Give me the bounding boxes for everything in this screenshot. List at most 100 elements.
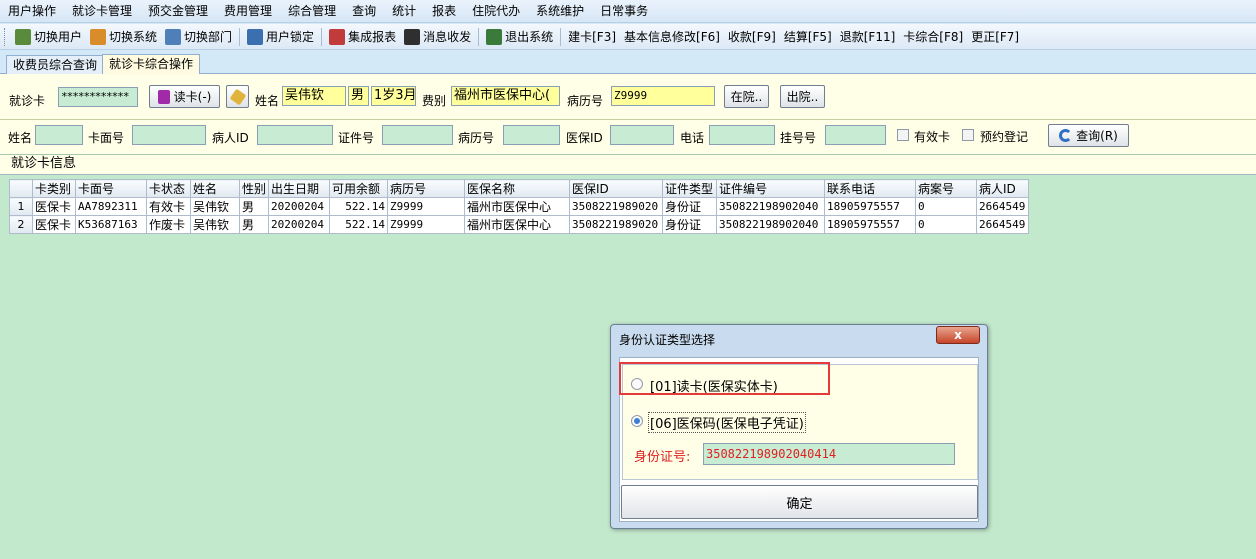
brush-button[interactable] — [226, 85, 249, 108]
toolbar-button-9[interactable]: 收款[F9] — [724, 26, 780, 48]
toolbar-grip[interactable] — [4, 27, 7, 46]
menu-item-6[interactable]: 统计 — [384, 0, 424, 23]
search-patient-id-label: 病人ID — [212, 131, 249, 145]
toolbar-button-8[interactable]: 基本信息修改[F6] — [620, 26, 724, 48]
table-cell: 2664549 — [976, 197, 1029, 216]
table-cell: 男 — [239, 215, 269, 234]
column-header[interactable]: 卡面号 — [75, 179, 147, 198]
search-card-no-label: 卡面号 — [88, 131, 125, 145]
toolbar-button-label: 消息收发 — [423, 30, 472, 44]
exit-icon — [486, 28, 503, 45]
search-reg-no-input[interactable] — [825, 125, 886, 145]
read-card-label: 读卡(-) — [173, 90, 212, 104]
id-number-field[interactable]: 350822198902040414 — [703, 443, 955, 465]
card-label: 就诊卡 — [9, 94, 46, 108]
column-header[interactable]: 卡类别 — [32, 179, 76, 198]
toolbar-button-12[interactable]: 卡综合[F8] — [899, 26, 967, 48]
column-header[interactable]: 病案号 — [915, 179, 977, 198]
table-cell: 522.14 — [329, 215, 388, 234]
toolbar-button-3[interactable]: 用户锁定 — [243, 26, 318, 48]
confirm-button[interactable]: 确定 — [621, 485, 978, 519]
option-qr-code-radio[interactable] — [631, 415, 643, 427]
search-card-no-input[interactable] — [132, 125, 206, 145]
menu-item-5[interactable]: 查询 — [344, 0, 384, 23]
fee-type-field[interactable]: 福州市医保中心( — [451, 86, 560, 106]
menu-item-2[interactable]: 预交金管理 — [140, 0, 216, 23]
search-record-label: 病历号 — [458, 131, 495, 145]
table-cell: Z9999 — [387, 197, 465, 216]
table-cell: 身份证 — [662, 215, 717, 234]
table-cell: 18905975557 — [824, 197, 916, 216]
toolbar-button-5[interactable]: 消息收发 — [400, 26, 475, 48]
table-cell: 身份证 — [662, 197, 717, 216]
column-header[interactable]: 卡状态 — [146, 179, 191, 198]
toolbar-separator — [478, 27, 480, 46]
menu-item-9[interactable]: 系统维护 — [528, 0, 592, 23]
table-row[interactable]: 1 医保卡 AA7892311 有效卡 吴伟钦男 20200204 522.14 Z9999 福… — [9, 197, 1029, 216]
in-hospital-button[interactable]: 在院.. — [724, 85, 769, 108]
column-header[interactable]: 联系电话 — [824, 179, 916, 198]
search-insurance-id-input[interactable] — [610, 125, 674, 145]
read-card-button[interactable]: 读卡(-) — [149, 85, 220, 108]
toolbar-button-label: 切换部门 — [184, 30, 233, 44]
column-header[interactable]: 证件类型 — [662, 179, 717, 198]
search-name-input[interactable] — [35, 125, 83, 145]
option-qr-code-label[interactable]: [06]医保码(医保电子凭证) — [648, 412, 806, 433]
discharge-button[interactable]: 出院.. — [780, 85, 825, 108]
search-patient-id-input[interactable] — [257, 125, 333, 145]
fee-type-label: 费别 — [422, 94, 447, 108]
tab-card-operations[interactable]: 就诊卡综合操作 — [102, 54, 201, 74]
toolbar-button-10[interactable]: 结算[F5] — [780, 26, 836, 48]
search-cert-no-input[interactable] — [382, 125, 453, 145]
close-button[interactable]: x — [936, 326, 980, 344]
column-header[interactable]: 性别 — [239, 179, 269, 198]
valid-card-checkbox[interactable] — [897, 129, 909, 141]
query-label: 查询(R) — [1076, 129, 1118, 143]
toolbar-button-7[interactable]: 建卡[F3] — [564, 26, 620, 48]
name-field[interactable]: 吴伟钦 — [282, 86, 346, 106]
card-number-field[interactable]: ************ — [58, 87, 138, 107]
toolbar-button-0[interactable]: 切换用户 — [11, 26, 86, 48]
menu-item-4[interactable]: 综合管理 — [280, 0, 344, 23]
menu-item-8[interactable]: 住院代办 — [464, 0, 528, 23]
table-cell: 吴伟钦 — [190, 215, 240, 234]
toolbar-button-2[interactable]: 切换部门 — [161, 26, 236, 48]
table-cell: Z9999 — [387, 215, 465, 234]
valid-card-label: 有效卡 — [914, 130, 951, 144]
column-header[interactable]: 医保名称 — [464, 179, 570, 198]
menu-item-0[interactable]: 用户操作 — [0, 0, 64, 23]
column-header[interactable]: 姓名 — [190, 179, 240, 198]
table-row[interactable]: 2 医保卡 K53687163 作废卡 吴伟钦男 20200204 522.14 Z9999 福… — [9, 215, 1029, 234]
grid-title: 就诊卡信息 — [0, 155, 1256, 175]
toolbar-button-label: 退出系统 — [505, 30, 554, 44]
column-header[interactable] — [9, 179, 33, 198]
highlight-box — [619, 362, 830, 395]
menu-item-3[interactable]: 费用管理 — [216, 0, 280, 23]
menu-item-7[interactable]: 报表 — [424, 0, 464, 23]
name-label: 姓名 — [255, 94, 280, 108]
column-header[interactable]: 证件编号 — [716, 179, 825, 198]
column-header[interactable]: 可用余额 — [329, 179, 388, 198]
record-field[interactable]: Z9999 — [611, 86, 715, 106]
table-cell: AA7892311 — [75, 197, 147, 216]
toolbar-button-6[interactable]: 退出系统 — [482, 26, 557, 48]
toolbar-button-11[interactable]: 退款[F11] — [836, 26, 900, 48]
toolbar-button-13[interactable]: 更正[F7] — [967, 26, 1023, 48]
tab-cashier-query[interactable]: 收费员综合查询 — [6, 55, 105, 74]
table-cell: 350822198902040 — [716, 197, 825, 216]
appointment-checkbox[interactable] — [962, 129, 974, 141]
menu-item-10[interactable]: 日常事务 — [592, 0, 656, 23]
column-header[interactable]: 医保ID — [569, 179, 663, 198]
column-header[interactable]: 出生日期 — [268, 179, 330, 198]
column-header[interactable]: 病人ID — [976, 179, 1029, 198]
query-button[interactable]: 查询(R) — [1048, 124, 1129, 147]
toolbar-button-1[interactable]: 切换系统 — [86, 26, 161, 48]
age-field[interactable]: 1岁3月 — [371, 86, 416, 106]
menu-item-1[interactable]: 就诊卡管理 — [64, 0, 140, 23]
sex-field[interactable]: 男 — [348, 86, 369, 106]
search-record-input[interactable] — [503, 125, 560, 145]
search-phone-input[interactable] — [709, 125, 775, 145]
switch-dept-icon — [165, 28, 182, 45]
column-header[interactable]: 病历号 — [387, 179, 465, 198]
toolbar-button-4[interactable]: 集成报表 — [325, 26, 400, 48]
